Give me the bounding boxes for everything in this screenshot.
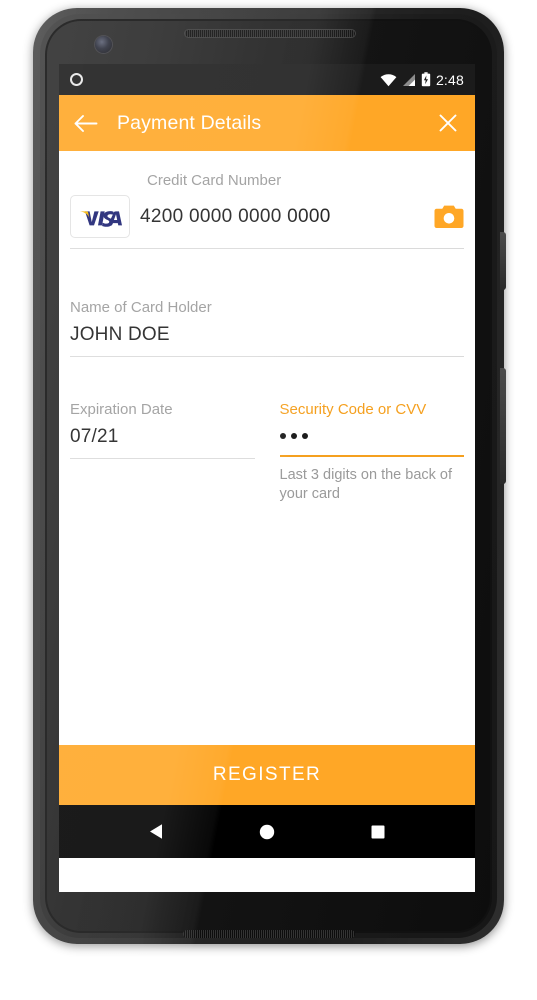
camera-icon xyxy=(434,205,464,228)
power-button[interactable] xyxy=(500,232,506,290)
expiration-underline xyxy=(70,458,255,459)
status-bar: 2:48 xyxy=(59,64,475,95)
bottom-speaker-icon xyxy=(183,930,355,938)
expiration-label: Expiration Date xyxy=(70,401,173,418)
security-code-label: Security Code or CVV xyxy=(279,401,427,418)
expiration-input[interactable]: 07/21 xyxy=(70,418,255,458)
expiration-field-group: Expiration Date 07/21 xyxy=(70,401,255,504)
card-number-label: Credit Card Number xyxy=(147,172,282,189)
nav-home-button[interactable] xyxy=(252,817,282,847)
cell-signal-icon xyxy=(402,73,415,86)
scan-card-button[interactable] xyxy=(434,204,464,230)
card-number-field-group: Credit Card Number 4200 0000 0000 0000 xyxy=(70,151,464,249)
card-holder-label: Name of Card Holder xyxy=(70,299,212,316)
register-button[interactable]: REGISTER xyxy=(59,745,475,805)
mask-dot xyxy=(279,432,286,439)
visa-logo-icon xyxy=(80,210,122,227)
card-number-input[interactable]: 4200 0000 0000 0000 xyxy=(140,206,424,228)
phone-screen: 2:48 Payment Details Credit Card Number xyxy=(59,64,475,892)
android-nav-bar xyxy=(59,805,475,858)
card-number-row: 4200 0000 0000 0000 xyxy=(70,189,464,248)
circle-home-icon xyxy=(259,824,275,839)
front-camera-icon xyxy=(95,36,112,53)
square-recents-icon xyxy=(371,825,385,838)
register-button-label: REGISTER xyxy=(212,764,322,785)
battery-charging-icon xyxy=(421,72,431,87)
status-bar-icons: 2:48 xyxy=(380,72,464,88)
volume-rocker-button[interactable] xyxy=(500,368,506,484)
security-code-helper-text: Last 3 digits on the back of your card xyxy=(279,467,453,503)
security-code-masked-value xyxy=(279,426,465,445)
card-holder-field-group: Name of Card Holder JOHN DOE xyxy=(70,249,464,357)
earpiece-speaker-icon xyxy=(184,29,356,38)
app-bar: Payment Details xyxy=(59,95,475,151)
security-code-input[interactable] xyxy=(279,418,465,455)
card-holder-input[interactable]: JOHN DOE xyxy=(70,316,464,356)
record-dot-icon xyxy=(70,73,83,86)
close-icon xyxy=(439,114,457,132)
payment-form: Credit Card Number 4200 0000 0000 0000 N… xyxy=(59,151,475,858)
screenshot-stage: 2:48 Payment Details Credit Card Number xyxy=(0,0,537,1000)
nav-recents-button[interactable] xyxy=(363,817,393,847)
arrow-left-icon xyxy=(74,114,98,132)
expiry-cvv-row: Expiration Date 07/21 Security Code or C… xyxy=(70,357,464,504)
page-title: Payment Details xyxy=(117,111,262,134)
close-button[interactable] xyxy=(435,110,461,136)
security-code-field-group: Security Code or CVV Last 3 digits on th… xyxy=(279,401,465,504)
status-time: 2:48 xyxy=(435,71,464,88)
wifi-icon xyxy=(380,73,397,86)
back-button[interactable] xyxy=(73,110,99,136)
triangle-back-icon xyxy=(150,824,163,839)
mask-dot xyxy=(301,432,308,439)
nav-back-button[interactable] xyxy=(141,817,171,847)
visa-logo xyxy=(70,195,130,238)
mask-dot xyxy=(290,432,297,439)
